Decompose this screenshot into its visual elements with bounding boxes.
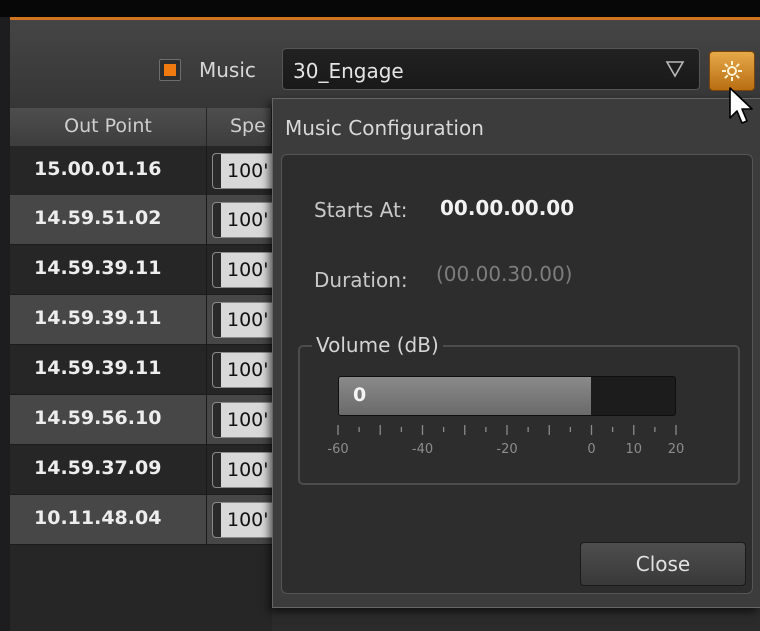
popup-title: Music Configuration	[285, 116, 484, 140]
cell-divider	[206, 395, 207, 445]
column-header-out-point[interactable]: Out Point	[10, 108, 207, 146]
mouse-cursor-icon	[729, 87, 753, 124]
speed-field[interactable]: 100'	[212, 202, 278, 238]
out-point-cell: 14.59.56.10	[34, 407, 162, 429]
volume-slider[interactable]: 0	[338, 376, 676, 416]
music-enable-checkbox[interactable]	[159, 59, 181, 81]
table-empty-area	[10, 545, 272, 631]
cell-divider	[206, 195, 207, 245]
table-row[interactable]: 10.11.48.04 100'	[10, 495, 278, 545]
scale-label: 10	[625, 442, 642, 457]
top-bar	[0, 0, 760, 17]
scale-label: -20	[496, 442, 517, 457]
music-label: Music	[199, 58, 256, 82]
starts-at-value[interactable]: 00.00.00.00	[440, 196, 574, 220]
speed-field[interactable]: 100'	[212, 452, 278, 488]
music-select[interactable]: 30_Engage	[282, 48, 700, 90]
music-select-value: 30_Engage	[293, 59, 404, 83]
cell-divider	[206, 345, 207, 395]
scale-label: -60	[327, 442, 348, 457]
table-row[interactable]: 14.59.51.02 100'	[10, 195, 278, 245]
table-row[interactable]: 14.59.37.09 100'	[10, 445, 278, 495]
out-point-cell: 10.11.48.04	[34, 507, 162, 529]
speed-field[interactable]: 100'	[212, 252, 278, 288]
volume-label: Volume (dB)	[312, 333, 443, 357]
out-point-cell: 15.00.01.16	[34, 158, 162, 180]
volume-group: Volume (dB) 0 -60 -40 -20 0 10 20	[298, 333, 740, 485]
column-header-speed[interactable]: Spe	[207, 108, 272, 146]
scale-label: -40	[412, 442, 433, 457]
table-row[interactable]: 14.59.56.10 100'	[10, 395, 278, 445]
speed-field[interactable]: 100'	[212, 352, 278, 388]
close-button[interactable]: Close	[580, 542, 746, 586]
out-point-cell: 14.59.51.02	[34, 207, 162, 229]
scale-label: 0	[587, 442, 595, 457]
duration-label: Duration:	[314, 268, 408, 292]
table-row[interactable]: 15.00.01.16 100'	[10, 146, 278, 196]
cell-divider	[206, 245, 207, 295]
out-point-cell: 14.59.39.11	[34, 307, 162, 329]
cell-divider	[206, 445, 207, 495]
speed-field[interactable]: 100'	[212, 502, 278, 538]
scale-label: 20	[668, 442, 685, 457]
duration-value: (00.00.30.00)	[436, 262, 573, 286]
dropdown-triangle-icon	[665, 61, 685, 78]
volume-value: 0	[353, 384, 367, 406]
out-point-cell: 14.59.37.09	[34, 457, 162, 479]
table-row[interactable]: 14.59.39.11 100'	[10, 345, 278, 395]
out-point-cell: 14.59.39.11	[34, 357, 162, 379]
popup-content: Starts At: 00.00.00.00 Duration: (00.00.…	[281, 154, 753, 594]
speed-field[interactable]: 100'	[212, 302, 278, 338]
starts-at-label: Starts At:	[314, 198, 408, 222]
cell-divider	[206, 495, 207, 545]
volume-slider-fill	[339, 377, 591, 415]
cell-divider	[206, 295, 207, 345]
table-row[interactable]: 14.59.39.11 100'	[10, 245, 278, 295]
out-point-cell: 14.59.39.11	[34, 257, 162, 279]
gear-icon	[722, 61, 742, 81]
cell-divider	[206, 146, 207, 196]
checkbox-checked-indicator	[164, 64, 176, 76]
speed-field[interactable]: 100'	[212, 402, 278, 438]
speed-field[interactable]: 100'	[212, 153, 278, 189]
music-configuration-popup: Music Configuration Starts At: 00.00.00.…	[272, 98, 760, 608]
table-row[interactable]: 14.59.39.11 100'	[10, 295, 278, 345]
volume-scale: -60 -40 -20 0 10 20	[327, 425, 685, 457]
music-settings-button[interactable]	[709, 51, 755, 91]
app-window: Music 30_Engage Out Point Spe 15.00.01.1…	[0, 0, 760, 631]
